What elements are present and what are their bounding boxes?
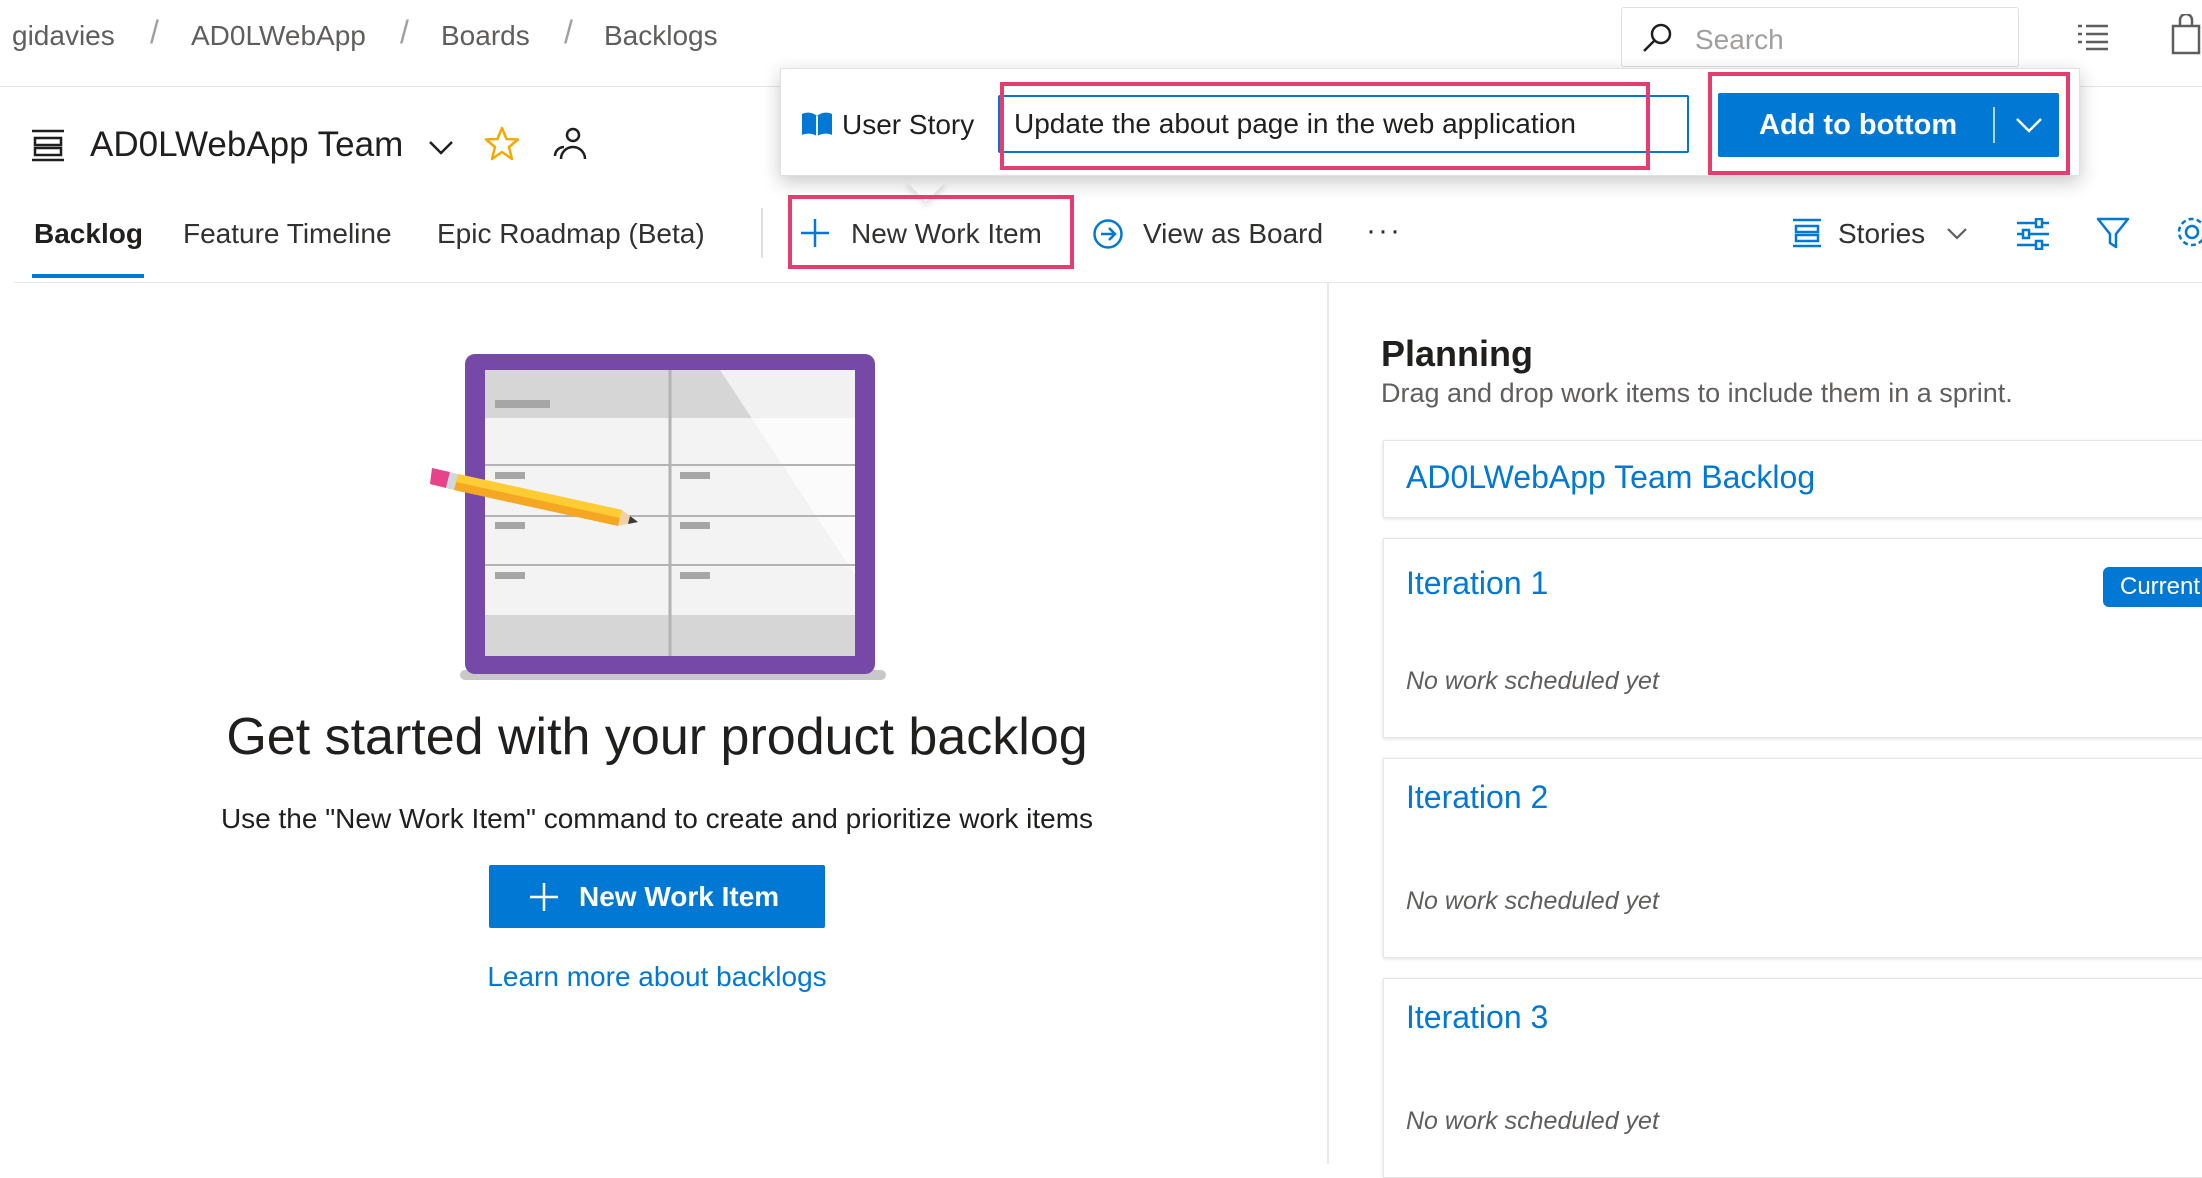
team-backlog-card[interactable]: AD0LWebApp Team Backlog bbox=[1383, 440, 2202, 518]
backlog-illustration bbox=[430, 354, 886, 680]
team-members-icon[interactable] bbox=[552, 126, 588, 162]
highlight-new-work-item bbox=[788, 195, 1074, 269]
breadcrumb-org[interactable]: gidavies bbox=[12, 20, 115, 52]
iteration-card[interactable]: Iteration 2 No work scheduled yet bbox=[1383, 758, 2202, 958]
highlight-add-button bbox=[1708, 72, 2070, 175]
iteration-title[interactable]: Iteration 3 bbox=[1406, 999, 1548, 1036]
breadcrumb-separator: / bbox=[150, 14, 159, 50]
work-item-type-selector[interactable]: User Story bbox=[801, 103, 981, 143]
arrow-circle-right-icon bbox=[1093, 219, 1123, 249]
more-actions-button[interactable]: ··· bbox=[1366, 214, 1402, 248]
settings-sliders-icon[interactable] bbox=[2016, 218, 2050, 250]
breadcrumb-separator: / bbox=[564, 14, 573, 50]
backlog-icon bbox=[32, 129, 64, 162]
bag-icon[interactable] bbox=[2170, 14, 2202, 56]
planning-subtitle: Drag and drop work items to include them… bbox=[1381, 378, 2013, 408]
backlog-level-selector[interactable]: Stories bbox=[1788, 196, 1973, 266]
chevron-down-icon bbox=[1947, 228, 1967, 240]
work-item-type-label: User Story bbox=[842, 109, 975, 140]
view-as-board-button[interactable]: View as Board bbox=[1092, 196, 1332, 266]
iteration-card[interactable]: Iteration 1 Current No work scheduled ye… bbox=[1383, 538, 2202, 738]
toolbar-divider bbox=[761, 208, 763, 258]
iteration-empty-text: No work scheduled yet bbox=[1406, 1107, 1659, 1135]
search-icon bbox=[1643, 23, 1672, 52]
planning-title: Planning bbox=[1381, 333, 1533, 374]
plus-icon bbox=[530, 883, 558, 911]
iteration-title[interactable]: Iteration 1 bbox=[1406, 565, 1548, 602]
star-icon[interactable] bbox=[484, 126, 520, 162]
empty-state-heading: Get started with your product backlog bbox=[226, 708, 1088, 766]
list-icon[interactable] bbox=[2076, 22, 2110, 52]
empty-state-description: Use the "New Work Item" command to creat… bbox=[220, 803, 1094, 834]
tab-backlog[interactable]: Backlog bbox=[34, 218, 143, 250]
active-tab-indicator bbox=[32, 274, 144, 278]
gear-icon[interactable] bbox=[2174, 214, 2202, 250]
tab-feature-timeline[interactable]: Feature Timeline bbox=[183, 218, 392, 250]
iteration-empty-text: No work scheduled yet bbox=[1406, 667, 1659, 695]
tab-epic-roadmap[interactable]: Epic Roadmap (Beta) bbox=[437, 218, 705, 250]
iteration-empty-text: No work scheduled yet bbox=[1406, 887, 1659, 915]
search-input[interactable]: Search bbox=[1621, 7, 2019, 67]
new-work-item-button[interactable]: New Work Item bbox=[489, 865, 825, 928]
pane-divider bbox=[1327, 283, 1329, 1164]
breadcrumb-boards[interactable]: Boards bbox=[441, 20, 530, 52]
header-divider bbox=[14, 282, 2202, 283]
iteration-title[interactable]: Iteration 2 bbox=[1406, 779, 1548, 816]
stories-icon bbox=[1793, 218, 1821, 248]
level-selector-label: Stories bbox=[1838, 218, 1926, 249]
team-name[interactable]: AD0LWebApp Team bbox=[90, 125, 403, 165]
highlight-title-input bbox=[1000, 82, 1650, 170]
team-backlog-link[interactable]: AD0LWebApp Team Backlog bbox=[1406, 459, 1815, 496]
current-badge: Current bbox=[2103, 567, 2202, 607]
filter-icon[interactable] bbox=[2096, 216, 2130, 250]
view-as-board-label: View as Board bbox=[1143, 218, 1324, 249]
book-icon bbox=[802, 112, 832, 136]
new-work-item-button-label: New Work Item bbox=[579, 881, 780, 912]
chevron-down-icon[interactable] bbox=[428, 138, 454, 158]
learn-more-link[interactable]: Learn more about backlogs bbox=[0, 961, 1314, 993]
breadcrumb-backlogs[interactable]: Backlogs bbox=[604, 20, 718, 52]
breadcrumb-project[interactable]: AD0LWebApp bbox=[191, 20, 366, 52]
breadcrumb-separator: / bbox=[400, 14, 409, 50]
iteration-card[interactable]: Iteration 3 No work scheduled yet bbox=[1383, 978, 2202, 1178]
search-placeholder: Search bbox=[1695, 24, 1784, 55]
